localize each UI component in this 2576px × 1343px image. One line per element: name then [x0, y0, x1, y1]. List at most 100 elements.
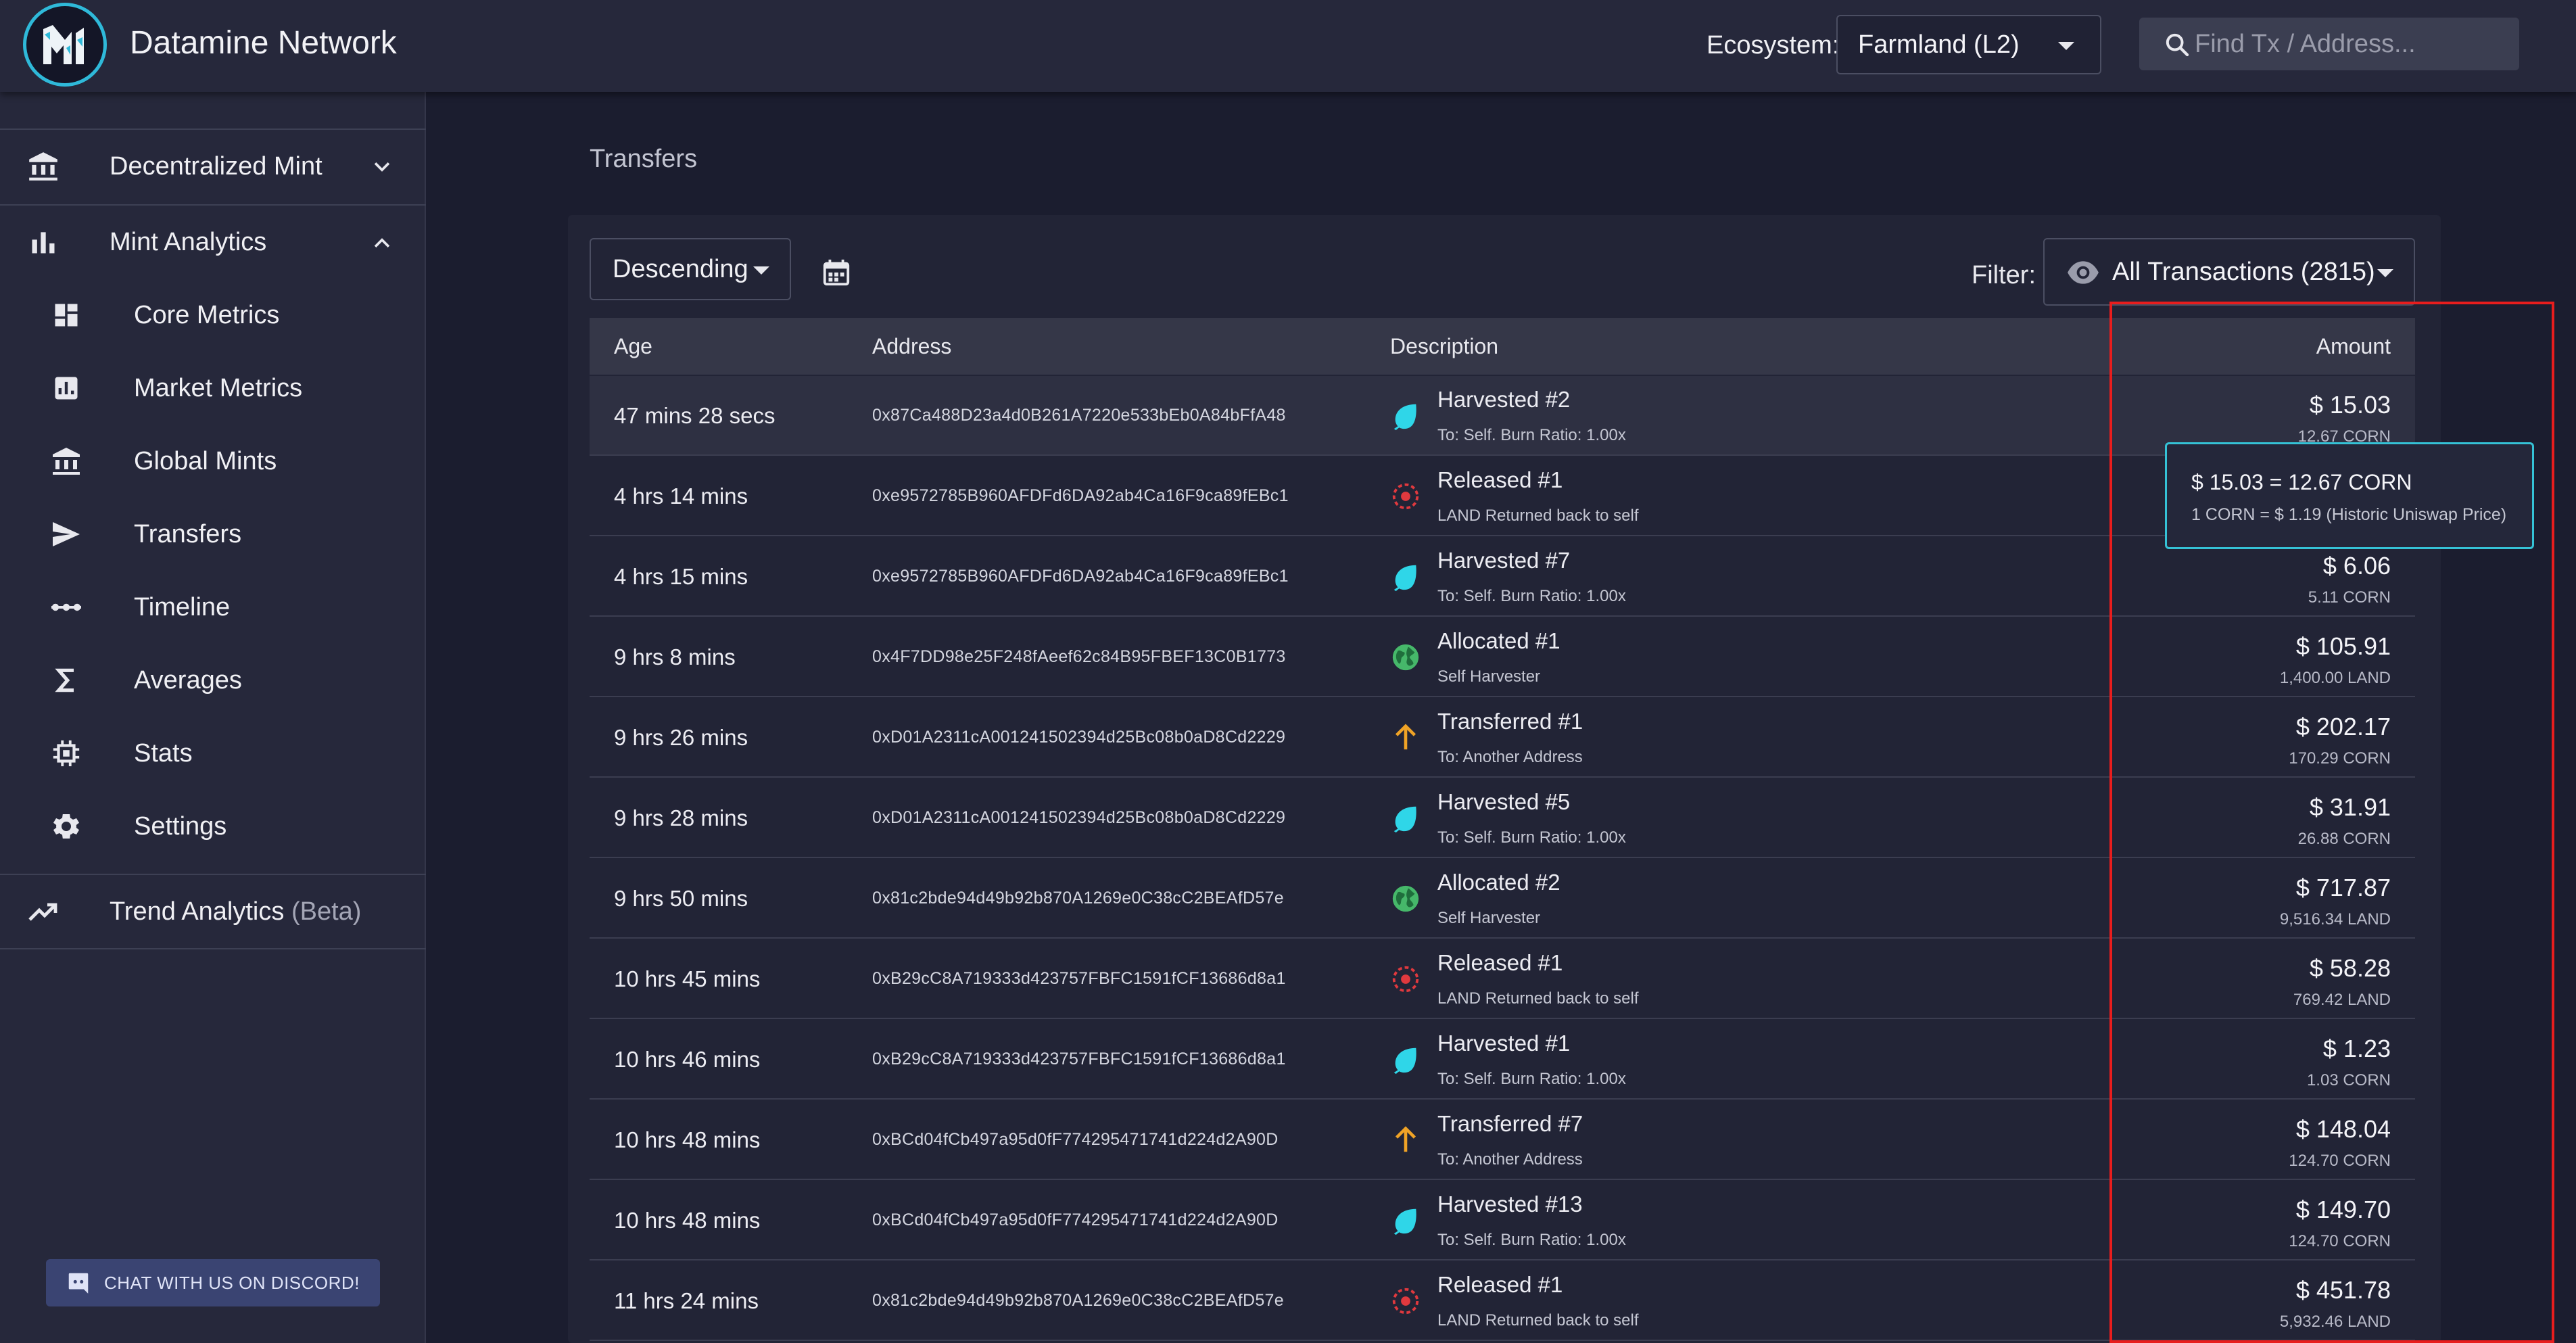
sidebar-item-settings[interactable]: Settings: [0, 790, 426, 863]
sidebar-item-market-metrics[interactable]: Market Metrics: [0, 352, 426, 425]
table-row[interactable]: 10 hrs 48 mins 0xBCd04fCb497a95d0fF774295…: [590, 1100, 2415, 1180]
discord-chat-button[interactable]: CHAT WITH US ON DISCORD!: [46, 1259, 380, 1306]
caret-down-icon: [2377, 269, 2393, 277]
row-address-link[interactable]: 0xD01A2311cA001241502394d25Bc08b0aD8Cd22…: [872, 728, 1285, 747]
row-age: 4 hrs 14 mins: [614, 484, 748, 509]
row-event-title: Harvested #5: [1437, 789, 1571, 814]
row-event-title: Released #1: [1437, 950, 1563, 975]
sidebar-section-label: Trend Analytics (Beta): [110, 897, 361, 926]
row-amount-token: 9,516.34 LAND: [2279, 910, 2391, 928]
sort-order-select[interactable]: Descending: [590, 238, 791, 300]
arrow-up-icon: [1390, 722, 1421, 753]
row-amount-usd[interactable]: $ 149.70: [2296, 1196, 2391, 1224]
table-row[interactable]: 11 hrs 24 mins 0x81c2bde94d49b92b870A1269…: [590, 1261, 2415, 1341]
caret-down-icon: [2058, 42, 2074, 50]
sidebar-item-averages[interactable]: Averages: [0, 644, 426, 717]
table-row[interactable]: 9 hrs 28 mins 0xD01A2311cA001241502394d25…: [590, 778, 2415, 858]
datamine-logo[interactable]: [23, 3, 107, 87]
gear-icon: [49, 809, 84, 844]
row-amount-token: 1.03 CORN: [2306, 1071, 2391, 1089]
ecosystem-select[interactable]: Farmland (L2): [1836, 15, 2101, 74]
sidebar-item-label: Timeline: [134, 592, 231, 621]
sidebar-item-global-mints[interactable]: Global Mints: [0, 425, 426, 498]
tooltip-conversion: $ 15.03 = 12.67 CORN: [2191, 470, 2412, 494]
globe-icon: [1390, 883, 1421, 914]
column-header-age[interactable]: Age: [614, 334, 652, 359]
search-box[interactable]: [2139, 18, 2519, 70]
row-address-link[interactable]: 0xe9572785B960AFDFd6DA92ab4Ca16F9ca89fEB…: [872, 567, 1289, 586]
row-address-link[interactable]: 0x81c2bde94d49b92b870A1269e0C38cC2BEAfD5…: [872, 889, 1284, 908]
row-amount-usd[interactable]: $ 58.28: [2310, 954, 2391, 983]
transaction-filter-select[interactable]: All Transactions (2815): [2043, 238, 2415, 306]
timeline-icon: [49, 590, 84, 625]
eye-icon: [2068, 261, 2099, 284]
chevron-up-icon: [374, 238, 390, 248]
filter-value: All Transactions (2815): [2112, 257, 2375, 286]
row-amount-usd[interactable]: $ 148.04: [2296, 1115, 2391, 1144]
leaf-icon: [1390, 1205, 1421, 1236]
row-address-link[interactable]: 0xB29cC8A719333d423757FBFC1591fCF13686d8…: [872, 1050, 1286, 1069]
row-address-link[interactable]: 0x81c2bde94d49b92b870A1269e0C38cC2BEAfD5…: [872, 1291, 1284, 1311]
table-row[interactable]: 4 hrs 15 mins 0xe9572785B960AFDFd6DA92ab4…: [590, 537, 2415, 617]
sidebar-item-transfers[interactable]: Transfers: [0, 498, 426, 571]
chip-icon: [49, 736, 84, 771]
row-address-link[interactable]: 0xD01A2311cA001241502394d25Bc08b0aD8Cd22…: [872, 808, 1285, 828]
row-age: 11 hrs 24 mins: [614, 1288, 759, 1313]
table-row[interactable]: 9 hrs 26 mins 0xD01A2311cA001241502394d25…: [590, 698, 2415, 778]
discord-icon: [68, 1273, 89, 1294]
table-row[interactable]: 10 hrs 48 mins 0xBCd04fCb497a95d0fF774295…: [590, 1181, 2415, 1260]
trending-up-icon: [26, 894, 61, 929]
sidebar-section-label: Mint Analytics: [110, 227, 267, 256]
column-header-amount[interactable]: Amount: [2316, 334, 2391, 359]
calendar-button[interactable]: [821, 257, 852, 291]
row-amount-usd[interactable]: $ 717.87: [2296, 874, 2391, 902]
table-row[interactable]: 10 hrs 46 mins 0xB29cC8A719333d423757FBFC…: [590, 1020, 2415, 1100]
row-age: 47 mins 28 secs: [614, 403, 776, 428]
sidebar-section-mint-analytics[interactable]: Mint Analytics: [0, 206, 426, 279]
leaf-icon: [1390, 803, 1421, 834]
row-amount-usd[interactable]: $ 105.91: [2296, 632, 2391, 661]
row-age: 10 hrs 48 mins: [614, 1208, 761, 1233]
row-event-title: Released #1: [1437, 1272, 1563, 1297]
row-address-link[interactable]: 0x87Ca488D23a4d0B261A7220e533bEb0A84bFfA…: [872, 406, 1286, 425]
row-address-link[interactable]: 0xBCd04fCb497a95d0fF774295471741d224d2A9…: [872, 1130, 1279, 1150]
beta-label: (Beta): [291, 897, 362, 926]
row-amount-usd[interactable]: $ 31.91: [2310, 793, 2391, 822]
sidebar-section-decentralized-mint[interactable]: Decentralized Mint: [0, 130, 426, 203]
table-row[interactable]: 9 hrs 50 mins 0x81c2bde94d49b92b870A1269e…: [590, 859, 2415, 939]
row-event-title: Harvested #7: [1437, 548, 1571, 573]
chevron-down-icon: [374, 162, 390, 172]
row-amount-token: 1,400.00 LAND: [2279, 669, 2391, 687]
row-address-link[interactable]: 0xBCd04fCb497a95d0fF774295471741d224d2A9…: [872, 1210, 1279, 1230]
row-amount-usd[interactable]: $ 6.06: [2323, 552, 2391, 580]
row-event-title: Allocated #1: [1437, 628, 1560, 653]
row-event-detail: Self Harvester: [1437, 909, 1541, 927]
sidebar-section-trend-analytics[interactable]: Trend Analytics (Beta): [0, 875, 426, 948]
row-address-link[interactable]: 0xe9572785B960AFDFd6DA92ab4Ca16F9ca89fEB…: [872, 486, 1289, 506]
row-event-title: Transferred #7: [1437, 1111, 1583, 1136]
table-row[interactable]: 9 hrs 8 mins 0x4F7DD98e25F248fAeef62c84B9…: [590, 617, 2415, 697]
table-row[interactable]: 10 hrs 45 mins 0xB29cC8A719333d423757FBFC…: [590, 939, 2415, 1019]
row-address-link[interactable]: 0x4F7DD98e25F248fAeef62c84B95FBEF13C0B17…: [872, 647, 1286, 667]
target-icon: [1390, 964, 1421, 995]
sidebar-item-core-metrics[interactable]: Core Metrics: [0, 279, 426, 352]
column-header-address[interactable]: Address: [872, 334, 951, 359]
sidebar-item-timeline[interactable]: Timeline: [0, 571, 426, 644]
row-amount-usd[interactable]: $ 1.23: [2323, 1035, 2391, 1063]
app-title: Datamine Network: [130, 25, 397, 61]
row-amount-usd[interactable]: $ 15.03: [2310, 391, 2391, 419]
search-input[interactable]: [2195, 29, 2506, 59]
filter-label: Filter:: [1972, 261, 2036, 289]
row-amount-usd[interactable]: $ 451.78: [2296, 1276, 2391, 1304]
table-row[interactable]: 47 mins 28 secs 0x87Ca488D23a4d0B261A7220…: [590, 376, 2415, 456]
table-row[interactable]: 4 hrs 14 mins 0xe9572785B960AFDFd6DA92ab4…: [590, 456, 2415, 536]
dashboard-icon: [49, 298, 84, 333]
row-address-link[interactable]: 0xB29cC8A719333d423757FBFC1591fCF13686d8…: [872, 969, 1286, 989]
target-icon: [1390, 481, 1421, 512]
row-event-detail: Self Harvester: [1437, 667, 1541, 686]
analytics-icon: [49, 371, 84, 406]
row-amount-usd[interactable]: $ 202.17: [2296, 713, 2391, 741]
sidebar-item-stats[interactable]: Stats: [0, 717, 426, 790]
column-header-description[interactable]: Description: [1390, 334, 1498, 359]
ecosystem-value: Farmland (L2): [1858, 30, 2020, 59]
